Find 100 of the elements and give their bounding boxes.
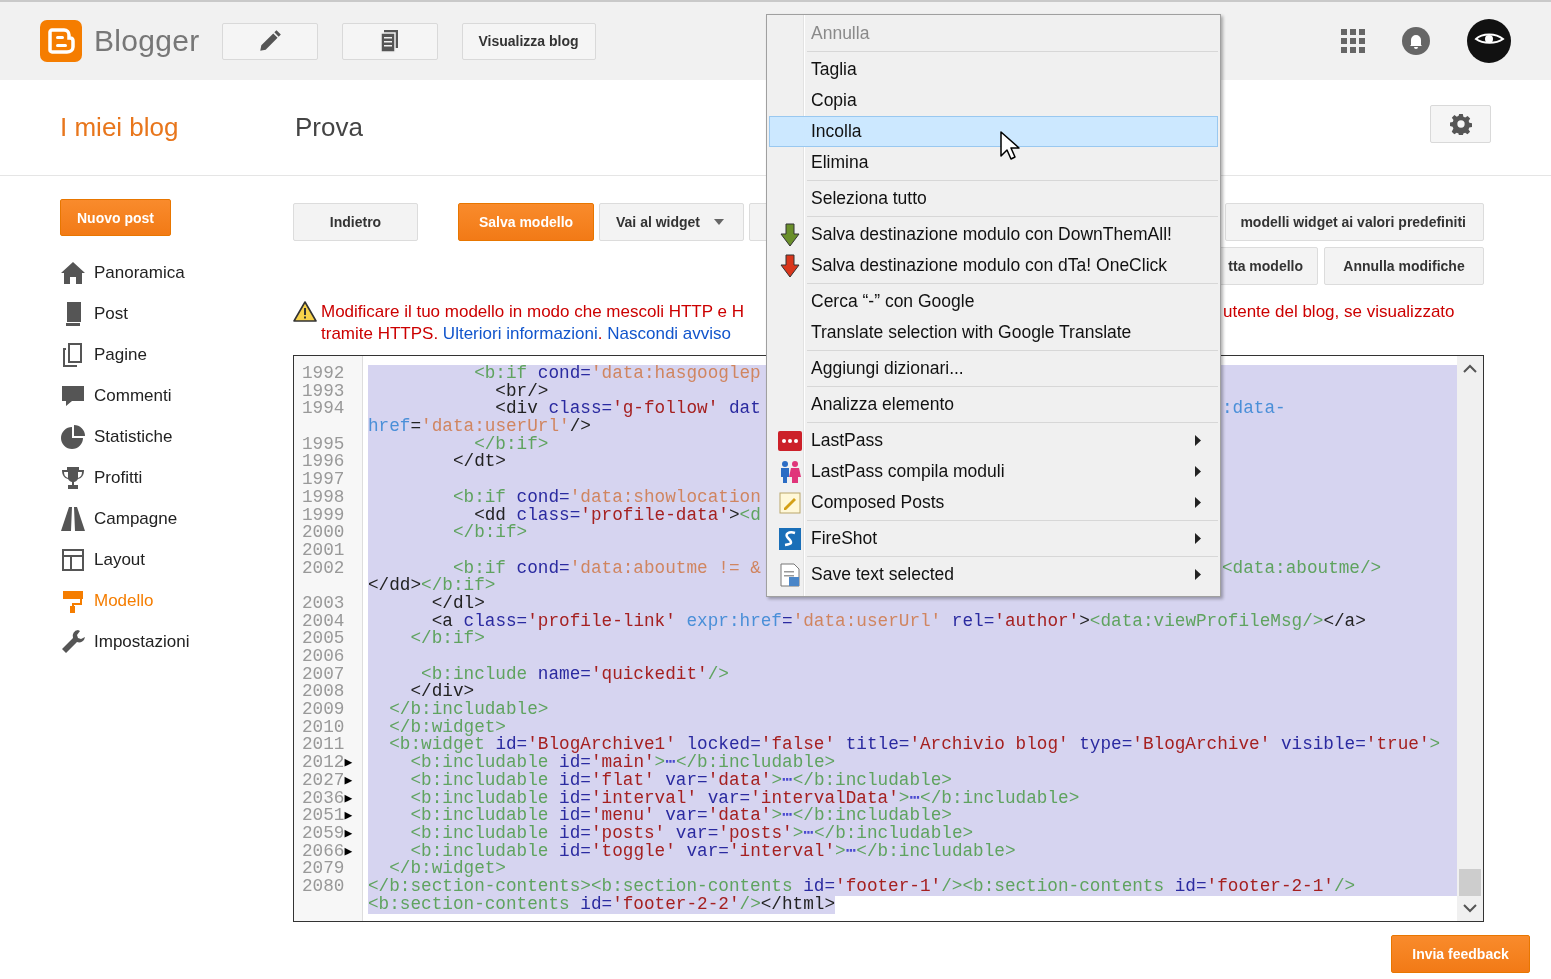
line-number: 2005: [302, 630, 345, 648]
line-number: 2079: [302, 860, 345, 878]
line-number: 2080: [302, 877, 345, 896]
pie-chart-icon: [60, 423, 86, 450]
sidebar-item[interactable]: Commenti: [60, 375, 293, 416]
sidebar-item[interactable]: Pagine: [60, 334, 293, 375]
line-number: 2009: [302, 701, 345, 719]
fold-marker[interactable]: ▶: [344, 789, 353, 808]
layout-icon: [60, 546, 86, 573]
line-number: 2027: [302, 771, 345, 790]
code-line: <b:widget id='BlogArchive1' locked='false' title='Archivio blog' type='BlogArchive' visible='true'>: [388, 734, 1441, 755]
line-number: 2051: [302, 807, 345, 825]
submenu-arrow-icon: [1195, 533, 1201, 544]
menu-item[interactable]: LastPass compila moduli: [769, 456, 1218, 487]
menu-item[interactable]: FireShot: [769, 523, 1218, 554]
sidebar-item[interactable]: Impostazioni: [60, 621, 293, 662]
menu-item[interactable]: LastPass: [769, 425, 1218, 456]
menu-item[interactable]: Aggiungi dizionari...: [769, 353, 1218, 384]
toolbar-button[interactable]: Annulla modifiche: [1324, 247, 1484, 285]
fold-marker[interactable]: ▶: [344, 842, 353, 861]
line-number: 2003: [302, 594, 345, 613]
line-number: 2002: [302, 559, 345, 578]
submenu-arrow-icon: [1195, 435, 1201, 446]
line-number: 2036: [302, 789, 345, 808]
code-line: <div class='g-follow' dat: [495, 398, 761, 419]
chevron-up-icon[interactable]: [1463, 364, 1477, 373]
line-number: 1997: [302, 471, 345, 489]
menu-item[interactable]: Taglia: [769, 54, 1218, 85]
warning-text: utente del blog, se visualizzato: [1223, 301, 1455, 323]
back-button[interactable]: Indietro: [293, 203, 418, 241]
arrow-down-icon: [780, 222, 800, 247]
logo-icon[interactable]: [40, 20, 82, 62]
toolbar-button[interactable]: modelli widget ai valori predefiniti: [1225, 203, 1484, 241]
line-number: 1993: [302, 382, 345, 401]
menu-item[interactable]: Seleziona tutto: [769, 183, 1218, 214]
sidebar-item[interactable]: Profitti: [60, 457, 293, 498]
link[interactable]: Nascondi avviso: [607, 324, 732, 343]
fold-marker[interactable]: ▶: [344, 807, 353, 825]
line-number: 2066: [302, 842, 345, 861]
menu-item[interactable]: Salva destinazione modulo con DownThemAll!: [769, 219, 1218, 250]
menu-item[interactable]: Composed Posts: [769, 487, 1218, 518]
code-line: <b:includable id='interval' var='intervalData'>⋯</b:includable>: [409, 787, 1080, 808]
menu-item[interactable]: Cerca “-” con Google: [769, 286, 1218, 317]
line-number: 1996: [302, 453, 345, 472]
line-number: 1999: [302, 506, 345, 525]
menu-item[interactable]: Elimina: [769, 147, 1218, 178]
new-post-button[interactable]: [221, 22, 318, 60]
line-number: 2010: [302, 718, 345, 737]
menu-item[interactable]: Translate selection with Google Translate: [769, 317, 1218, 348]
menu-item[interactable]: Save text selected: [769, 559, 1218, 590]
code-line: </div>: [410, 681, 475, 702]
code-line: <b:includable id='toggle' var='interval'>⋯</b:includable>: [410, 840, 1016, 861]
road-icon: [60, 505, 86, 532]
sidebar-item[interactable]: Campagne: [60, 498, 293, 539]
line-number: 1994: [302, 400, 345, 419]
widget-dropdown[interactable]: Vai al widget: [599, 203, 744, 241]
menu-item[interactable]: Incolla: [769, 116, 1218, 147]
code-line: :data-: [1222, 400, 1286, 419]
wrench-icon: [60, 628, 86, 655]
menu-item[interactable]: Salva destinazione modulo con dTa! OneClick: [769, 250, 1218, 281]
line-number: 1992: [302, 365, 345, 383]
scrollbar-thumb[interactable]: [1459, 869, 1481, 896]
sidebar-item[interactable]: Layout: [60, 539, 293, 580]
avatar[interactable]: [1467, 19, 1511, 63]
code-line: <b:if cond='data:hasgooglep: [473, 363, 761, 383]
chevron-down-icon[interactable]: [1463, 904, 1477, 913]
view-blog-button[interactable]: Visualizza blog: [461, 22, 596, 60]
menu-item[interactable]: Copia: [769, 85, 1218, 116]
note-icon: [779, 491, 801, 514]
code-line: <b:if cond='data:showlocation: [451, 486, 761, 507]
line-number: 2000: [302, 524, 345, 542]
apps-grid-icon[interactable]: [1341, 29, 1365, 53]
menu-item[interactable]: Analizza elemento: [769, 389, 1218, 420]
mouse-cursor-icon: [1000, 131, 1020, 161]
scrollbar[interactable]: [1457, 356, 1483, 921]
code-line: <b:if cond='data:aboutme != &: [452, 557, 761, 578]
line-number: 2008: [302, 683, 345, 702]
link[interactable]: Ulteriori informazioni: [442, 324, 598, 343]
caret-icon: [714, 219, 725, 225]
blog-title: Prova: [295, 112, 363, 143]
fold-marker[interactable]: ▶: [344, 754, 353, 772]
fold-marker[interactable]: ▶: [344, 824, 353, 843]
notification-bell-icon[interactable]: [1402, 27, 1430, 55]
code-line: <br/>: [494, 380, 549, 401]
posts-list-button[interactable]: [341, 22, 438, 60]
sidebar-item[interactable]: Statistiche: [60, 416, 293, 457]
fold-marker[interactable]: ▶: [344, 771, 353, 790]
swirl-icon: [779, 527, 801, 550]
dots-icon: [778, 430, 802, 451]
line-number: 2059: [302, 824, 345, 843]
trophy-icon: [60, 464, 86, 491]
sidebar-item[interactable]: Post: [60, 293, 293, 334]
sidebar-item[interactable]: Panoramica: [60, 252, 293, 293]
warning-text: tramite HTTPS. Ulteriori informazioni. Nascondi avviso: [321, 323, 732, 345]
logo-text: Blogger: [94, 24, 200, 58]
code-line: <a class='profile-link' expr:href='data:userUrl' rel='author'><data:viewProfileMsg/></a>: [431, 610, 1366, 631]
code-line: </b:if>: [451, 522, 528, 543]
settings-button[interactable]: [1430, 104, 1491, 143]
code-line: <b:include name='quickedit'/>: [421, 663, 729, 684]
code-line: <data:aboutme/>: [1222, 559, 1382, 578]
